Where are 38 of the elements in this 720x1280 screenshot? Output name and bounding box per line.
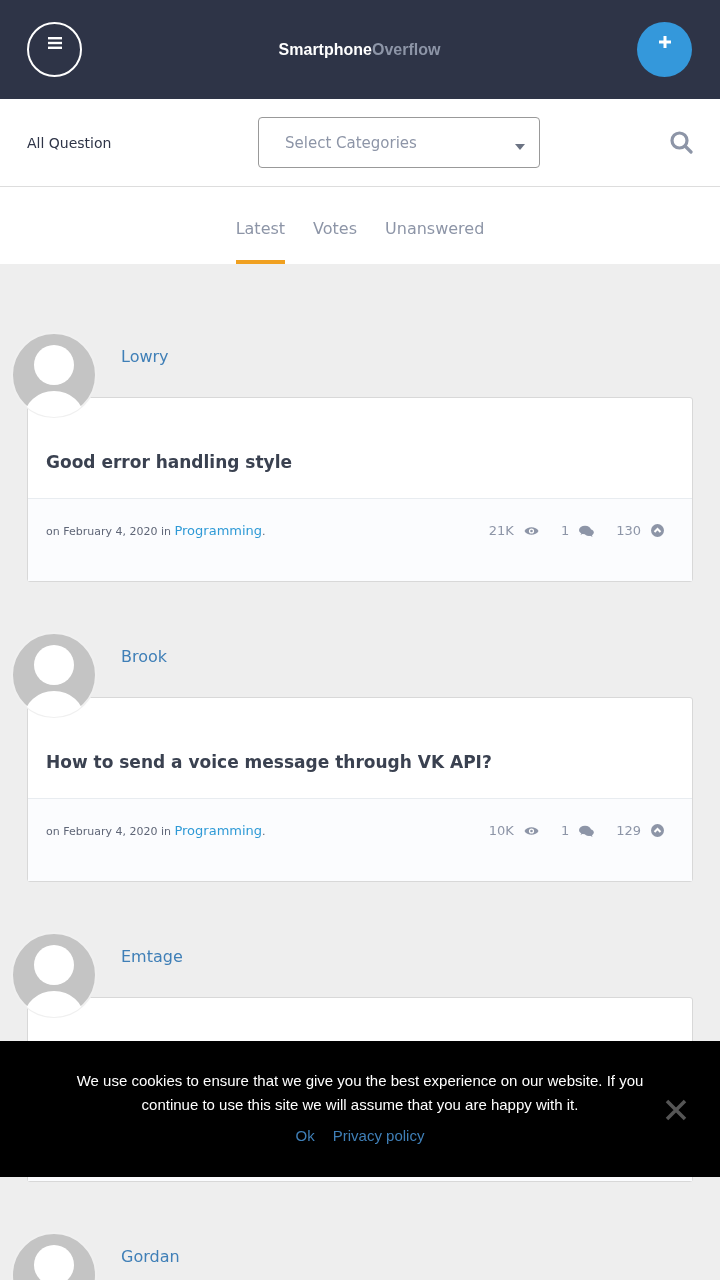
view-count: 10K <box>488 823 514 838</box>
ok-link[interactable]: Ok <box>295 1127 315 1144</box>
author-link[interactable]: Emtage <box>121 947 183 966</box>
plus-icon <box>658 36 671 48</box>
caret-icon <box>515 143 525 150</box>
eye-icon <box>523 525 539 536</box>
close-icon[interactable] <box>665 1099 687 1121</box>
category-link[interactable]: Programming <box>174 823 263 838</box>
menu-button[interactable] <box>27 22 82 77</box>
answer-count: 1 <box>560 823 570 838</box>
category-link[interactable]: Programming <box>174 523 263 538</box>
upvote-icon[interactable] <box>651 824 664 837</box>
post-meta: on February 4, 2020 in Programming. <box>46 823 266 838</box>
menu-icon <box>47 37 62 49</box>
eye-icon <box>523 825 539 836</box>
author-link[interactable]: Brook <box>121 647 168 666</box>
author-link[interactable]: Lowry <box>121 347 169 366</box>
sort-tab[interactable]: Votes <box>313 187 358 264</box>
sort-tab[interactable]: Unanswered <box>385 187 485 264</box>
vote-count: 129 <box>616 823 641 838</box>
category-select[interactable]: Select Categories <box>258 117 540 168</box>
all-questions-label: All Question <box>27 134 113 151</box>
post-meta: on February 4, 2020 in Programming. <box>46 523 266 538</box>
answer-count: 1 <box>560 523 570 538</box>
vote-count: 130 <box>616 523 641 538</box>
site-logo[interactable]: SmartphoneOverflow <box>278 40 441 59</box>
search-icon[interactable] <box>670 131 693 154</box>
comments-icon <box>579 524 595 537</box>
cookie-message: We use cookies to ensure that we give you the best experience on our website. If you continue to use this site we will assume that you are happy with it. <box>75 1071 645 1115</box>
question-title[interactable]: How to send a voice message through VK API? <box>46 752 492 772</box>
sort-tab[interactable]: Latest <box>235 187 286 264</box>
privacy-policy-link[interactable]: Privacy policy <box>332 1127 425 1144</box>
add-question-button[interactable] <box>637 22 692 77</box>
author-link[interactable]: Gordan <box>121 1247 180 1266</box>
comments-icon <box>579 824 595 837</box>
upvote-icon[interactable] <box>651 524 664 537</box>
view-count: 21K <box>488 523 514 538</box>
question-title[interactable]: Good error handling style <box>46 452 293 472</box>
